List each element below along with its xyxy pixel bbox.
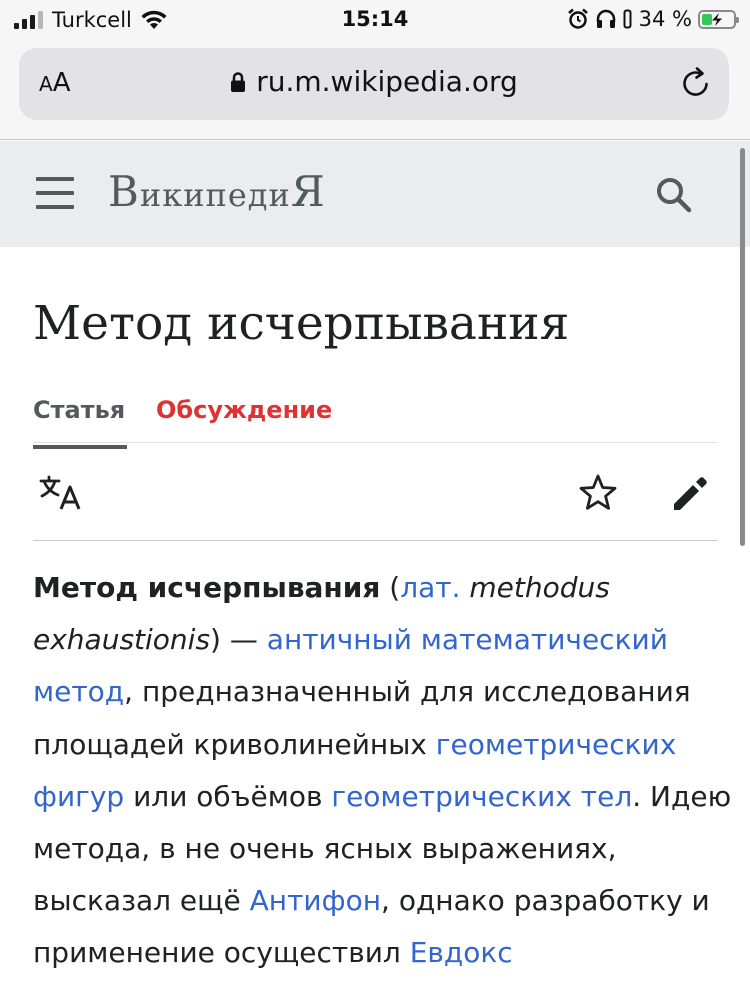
hamburger-menu-icon[interactable]: [36, 177, 74, 209]
article-link[interactable]: лат.: [400, 571, 460, 604]
battery-icon: [698, 9, 739, 29]
article-link[interactable]: Антифон: [250, 884, 381, 917]
wiki-header: ВикипедиЯ: [0, 141, 750, 247]
address-bar[interactable]: AA ru.m.wikipedia.org: [19, 48, 729, 120]
article-term: Метод исчерпывания: [33, 571, 381, 604]
tab-article[interactable]: Статья: [33, 396, 127, 449]
article-text: Метод исчерпывания (лат. methodus exhaus…: [33, 562, 733, 980]
article-link[interactable]: геометрических тел: [331, 780, 632, 813]
wikipedia-logo[interactable]: ВикипедиЯ: [108, 167, 326, 216]
url-display[interactable]: ru.m.wikipedia.org: [19, 65, 729, 98]
pencil-icon[interactable]: [670, 473, 710, 513]
star-icon[interactable]: [578, 473, 618, 513]
language-icon[interactable]: [39, 475, 85, 511]
url-text: ru.m.wikipedia.org: [256, 65, 518, 98]
reload-icon[interactable]: [679, 66, 713, 100]
lock-icon: [231, 72, 246, 92]
browser-toolbar: AA ru.m.wikipedia.org: [0, 40, 750, 140]
headphones-icon: [596, 9, 615, 28]
article-text-run: ) —: [210, 623, 267, 657]
status-bar: Turkcell 15:14 34 %: [0, 0, 750, 40]
page-title: Метод исчерпывания: [33, 296, 570, 351]
tab-talk[interactable]: Обсуждение: [156, 396, 332, 424]
alarm-icon: [567, 8, 588, 29]
orientation-lock-icon: [623, 9, 632, 29]
scroll-indicator: [740, 148, 745, 546]
page-actions: [33, 443, 718, 541]
battery-percent: 34 %: [638, 7, 692, 31]
article-text-run: или объёмов: [124, 779, 332, 813]
article-text-run: (: [380, 571, 401, 604]
status-right: 34 %: [567, 7, 739, 31]
search-icon[interactable]: [654, 175, 694, 215]
page-tabs: Статья Обсуждение: [33, 390, 718, 449]
article-link[interactable]: Евдокс: [410, 936, 513, 969]
